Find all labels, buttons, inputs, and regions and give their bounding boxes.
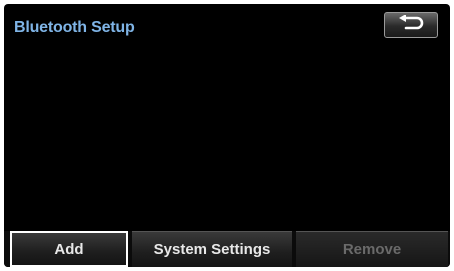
bluetooth-setup-screen: Bluetooth Setup Add System Settings Remo… — [4, 4, 450, 267]
bottom-action-bar: Add System Settings Remove — [4, 231, 450, 267]
remove-button[interactable]: Remove — [296, 231, 448, 267]
return-arrow-icon — [397, 13, 425, 36]
add-button[interactable]: Add — [10, 231, 128, 267]
system-settings-button[interactable]: System Settings — [132, 231, 292, 267]
page-title: Bluetooth Setup — [14, 19, 135, 36]
back-button[interactable] — [384, 12, 438, 38]
